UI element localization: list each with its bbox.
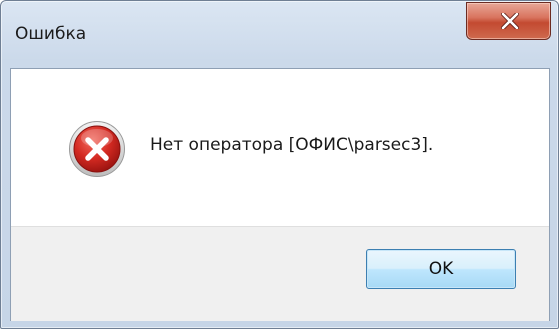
close-icon [501,13,519,29]
error-icon [69,121,125,177]
button-area: OK [11,226,549,321]
message-area: Нет оператора [ОФИС\parsec3]. [11,69,549,226]
error-message: Нет оператора [ОФИС\parsec3]. [150,135,434,155]
dialog-client-area: Нет оператора [ОФИС\parsec3]. OK [10,68,550,321]
window-title: Ошибка [15,24,87,44]
ok-button[interactable]: OK [366,249,516,289]
title-bar[interactable]: Ошибка [1,1,558,61]
close-button[interactable] [466,2,551,40]
error-dialog-window: Ошибка Нет оператора [ОФИС\parsec3]. OK [0,0,559,329]
